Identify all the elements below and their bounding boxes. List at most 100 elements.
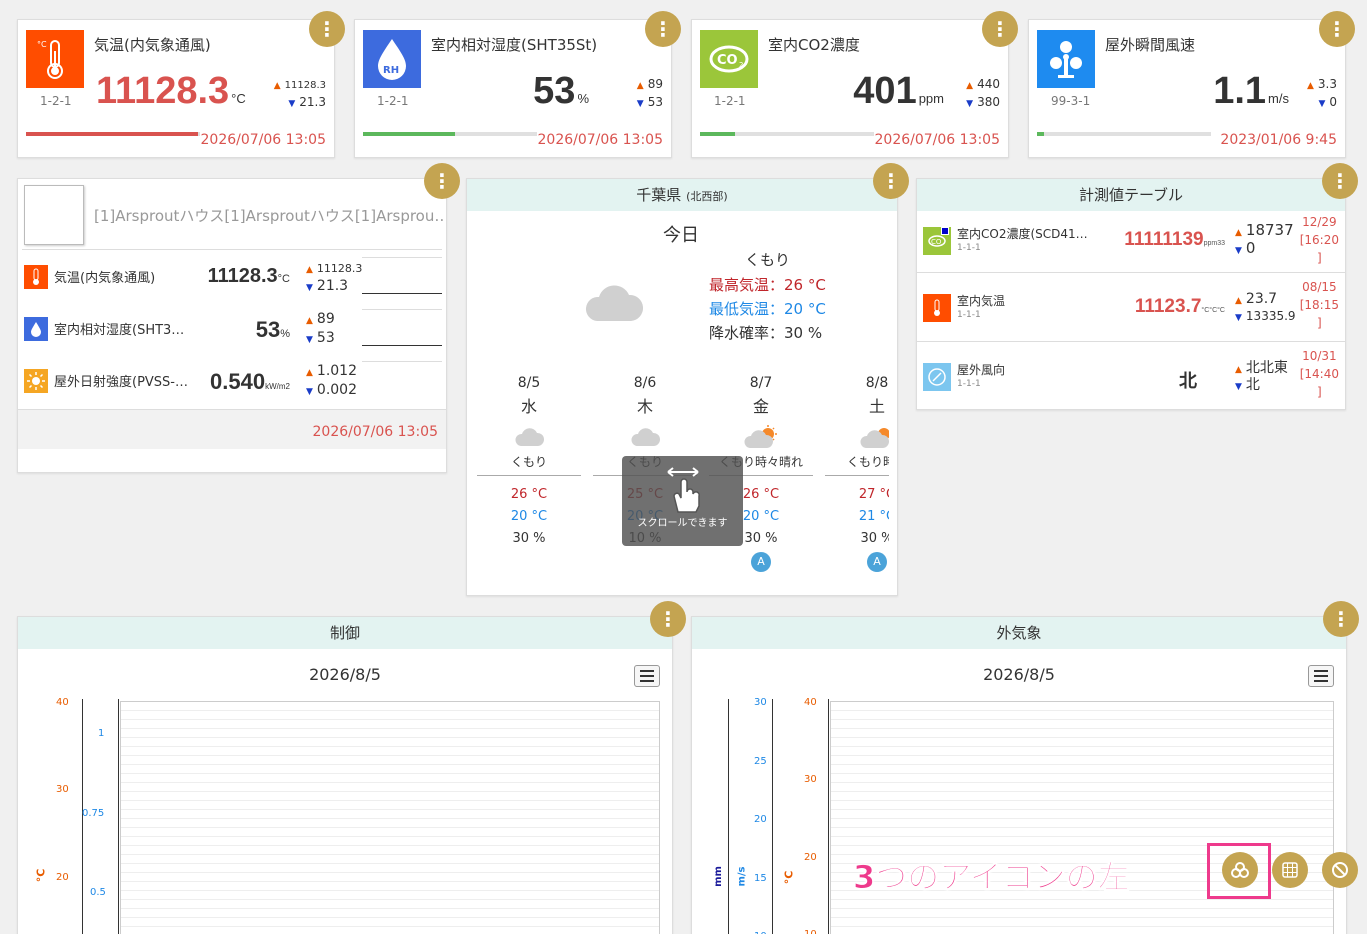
axis-unit: °C: [782, 870, 796, 885]
more-menu-button[interactable]: ⋮: [309, 11, 345, 47]
chart-menu-button[interactable]: [1308, 665, 1334, 687]
row-max-min: ▲ 11128.3 ▼ 21.3: [306, 262, 363, 294]
axis-tick: 40: [804, 697, 817, 708]
chart-menu-button[interactable]: [634, 665, 660, 687]
today-low: 最低気温：20 °C: [709, 300, 826, 318]
measurement-table-card: 計測値テーブル CO 室内CO2濃度(SCD41… 1-1-1 11111139…: [916, 178, 1346, 410]
group-card: [1]Arsproutハウス[1]Arsproutハウス[1]Arsprou… …: [17, 178, 447, 473]
more-menu-button[interactable]: ⋮: [1319, 11, 1355, 47]
sensor-max-min: ▲ 440 ▼ 380: [966, 77, 1000, 109]
chart-plot-area[interactable]: [120, 701, 660, 934]
sensor-card-humidity[interactable]: RH 室内相対湿度(SHT35St) 1-2-1 53% ▲ 89 ▼ 53 2026…: [354, 19, 672, 158]
more-menu-button[interactable]: ⋮: [982, 11, 1018, 47]
ban-icon: [1332, 862, 1348, 878]
co2-icon: CO 2: [700, 30, 758, 88]
row-code: 1-1-1: [957, 243, 981, 253]
row-code: 1-1-1: [957, 379, 981, 389]
axis-tick: 30: [804, 774, 817, 785]
more-menu-button[interactable]: ⋮: [650, 601, 686, 637]
sensor-code: 99-3-1: [1051, 94, 1091, 108]
chart-plot-area[interactable]: [830, 701, 1334, 934]
row-max-min: ▲ 1.012 ▼ 0.002: [306, 363, 358, 398]
status-dot: [941, 227, 949, 235]
disable-button[interactable]: [1322, 852, 1358, 888]
group-title: [1]Arsproutハウス[1]Arsproutハウス[1]Arsprou…: [94, 207, 444, 225]
chart-header: 外気象: [692, 617, 1346, 649]
axis-unit: mm: [712, 866, 724, 887]
row-max-min: ▲ 89 ▼ 53: [306, 311, 335, 346]
today-rain: 降水確率：30 %: [709, 324, 823, 342]
chart-date: 2026/8/5: [309, 665, 381, 684]
axis-tick: 30: [56, 784, 69, 795]
sensor-name: 室内相対湿度(SHT35St): [431, 36, 598, 54]
sensor-card-temperature[interactable]: °C 気温(内気象通風) 1-2-1 11128.3 °C ▲ 11128.3 ▼ 21…: [17, 19, 335, 158]
sensor-timestamp: 2026/07/06 13:05: [537, 132, 664, 148]
row-value: 53%: [255, 317, 290, 342]
table-row[interactable]: CO 室内CO2濃度(SCD41… 1-1-1 11111139ppm33 ▲ 1…: [917, 211, 1345, 273]
sensor-value: 53%: [533, 70, 589, 112]
table-row[interactable]: 屋外風向 1-1-1 北 ▲ 北北東 ▼ 北 10/31 [14:40]: [917, 343, 1345, 409]
row-value: 11111139ppm33: [1124, 229, 1225, 250]
more-menu-button[interactable]: ⋮: [1323, 601, 1359, 637]
row-code: 1-1-1: [957, 310, 981, 320]
today-high: 最高気温：26 °C: [709, 276, 826, 294]
sensor-value: 1.1 m/s: [1213, 70, 1289, 112]
sensor-code: 1-2-1: [40, 94, 72, 108]
axis-tick: 20: [754, 814, 767, 825]
sensor-timestamp: 2023/01/06 9:45: [1220, 132, 1337, 148]
compass-icon: [923, 363, 951, 391]
cloud-sun-icon: [823, 417, 889, 451]
thermometer-icon: [923, 294, 951, 322]
weather-header: 千葉県 (北西部): [467, 179, 897, 211]
sun-icon: [24, 369, 48, 393]
row-value: 11123.7°C°C°C: [1134, 296, 1225, 317]
sensor-name: 気温(内気象通風): [94, 36, 211, 54]
svg-text:2: 2: [739, 61, 743, 69]
axis-tick: 1: [98, 728, 105, 739]
sensor-timestamp: 2026/07/06 13:05: [200, 132, 327, 148]
row-name: 室内気温: [957, 294, 1006, 308]
axis-tick: 40: [56, 697, 69, 708]
forecast-day: 8/5 水 くもり 26 °C 20 °C 30 %: [475, 375, 583, 550]
row-timestamp: 10/31 [14:40]: [1299, 349, 1339, 399]
axis-tick: 20: [56, 872, 69, 883]
svg-text:RH: RH: [383, 65, 399, 76]
badge: A: [751, 552, 771, 572]
row-name: 気温(内気象通風): [54, 271, 156, 286]
group-footer: 2026/07/06 13:05: [18, 409, 446, 449]
axis-tick: 0.75: [82, 808, 105, 819]
today-label: 今日: [663, 225, 699, 246]
table-view-button[interactable]: [1272, 852, 1308, 888]
sensor-name: 屋外瞬間風速: [1105, 36, 1196, 54]
svg-text:°C: °C: [37, 40, 47, 49]
group-row[interactable]: 屋外日射強度(PVSS-… 0.540kW/m2 ▲ 1.012 ▼ 0.002: [18, 357, 446, 409]
axis-tick: 15: [754, 873, 767, 884]
sensor-value: 401 ppm: [853, 70, 944, 112]
chart-header: 制御: [18, 617, 672, 649]
more-menu-button[interactable]: ⋮: [424, 163, 460, 199]
table-header: 計測値テーブル: [917, 179, 1345, 211]
axis-tick: 20: [804, 852, 817, 863]
sensor-name: 室内CO2濃度: [768, 36, 860, 54]
sensor-code: 1-2-1: [377, 94, 409, 108]
chart-group-button[interactable]: [1222, 852, 1258, 888]
humidity-icon: RH: [363, 30, 421, 88]
sensor-card-wind[interactable]: 屋外瞬間風速 99-3-1 1.1 m/s ▲ 3.3 ▼ 0 2023/01/06 9…: [1028, 19, 1346, 158]
cloud-sun-icon: [707, 417, 815, 451]
more-menu-button[interactable]: ⋮: [1322, 163, 1358, 199]
annotation-label: 3つのアイコンの左: [853, 858, 1131, 897]
weather-card: 千葉県 (北西部) 今日 くもり 最高気温：26 °C 最低気温：20 °C 降…: [466, 178, 898, 596]
sensor-level-bar: [363, 132, 537, 136]
more-menu-button[interactable]: ⋮: [645, 11, 681, 47]
chart-date: 2026/8/5: [983, 665, 1055, 684]
group-row[interactable]: 室内相対湿度(SHT3… 53% ▲ 89 ▼ 53: [18, 305, 446, 357]
sensor-value: 11128.3 °C: [96, 70, 246, 112]
axis-unit: m/s: [736, 866, 748, 887]
axis-tick: 0.5: [90, 887, 106, 898]
axis-tick: 25: [754, 756, 767, 767]
table-row[interactable]: 室内気温 1-1-1 11123.7°C°C°C ▲ 23.7 ▼ 13335.9 0…: [917, 274, 1345, 342]
group-row[interactable]: 気温(内気象通風) 11128.3°C ▲ 11128.3 ▼ 21.3: [18, 253, 446, 305]
more-menu-button[interactable]: ⋮: [873, 163, 909, 199]
sensor-card-co2[interactable]: CO 2 室内CO2濃度 1-2-1 401 ppm ▲ 440 ▼ 380 2026/0…: [691, 19, 1009, 158]
axis-unit: °C: [34, 868, 48, 883]
